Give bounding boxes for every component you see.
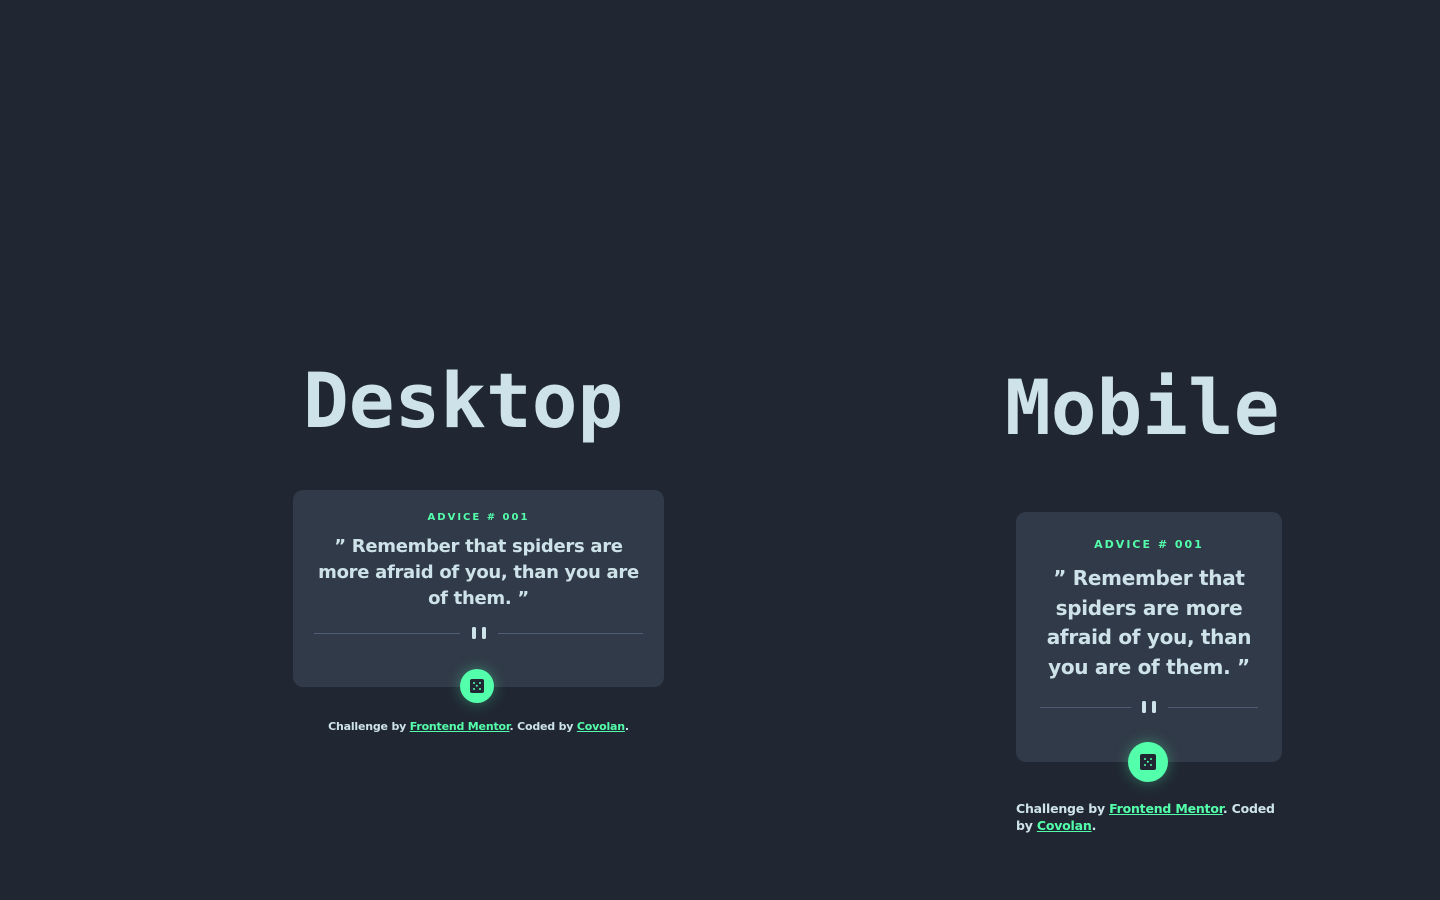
pattern-divider [1016,699,1282,715]
author-link[interactable]: Covolan [1037,818,1092,833]
attribution-suffix: . [1091,818,1097,833]
attribution: Challenge by Frontend Mentor. Coded by C… [293,719,664,734]
advice-quote: ” Remember that spiders are more afraid … [1046,566,1252,679]
attribution-prefix: Challenge by [328,720,410,733]
divider-line-left [1040,707,1131,708]
mobile-advice-card: ADVICE # 001 ” Remember that spiders are… [1016,512,1282,762]
divider-line-right [498,633,643,634]
desktop-heading: Desktop [303,356,624,445]
pause-icon [1140,701,1158,713]
pattern-divider [293,625,664,641]
advice-number: ADVICE # 001 [1094,538,1204,551]
advice-number: ADVICE # 001 [427,512,530,523]
mobile-heading: Mobile [1005,363,1280,452]
dice-icon [1140,754,1156,770]
desktop-advice-card: ADVICE # 001 ” Remember that spiders are… [293,490,664,687]
pause-icon [470,627,488,639]
attribution-middle: . Coded by [509,720,577,733]
attribution: Challenge by Frontend Mentor. Coded by C… [1016,800,1286,834]
advice-quote: ” Remember that spiders are more afraid … [318,536,639,609]
attribution-prefix: Challenge by [1016,801,1110,816]
new-advice-button[interactable] [1128,742,1168,782]
frontend-mentor-link[interactable]: Frontend Mentor [1109,801,1223,816]
author-link[interactable]: Covolan [577,720,625,733]
divider-line-left [314,633,460,634]
frontend-mentor-link[interactable]: Frontend Mentor [410,720,510,733]
new-advice-button[interactable] [460,669,494,703]
dice-icon [470,679,484,693]
attribution-suffix: . [624,720,629,733]
divider-line-right [1168,707,1258,708]
